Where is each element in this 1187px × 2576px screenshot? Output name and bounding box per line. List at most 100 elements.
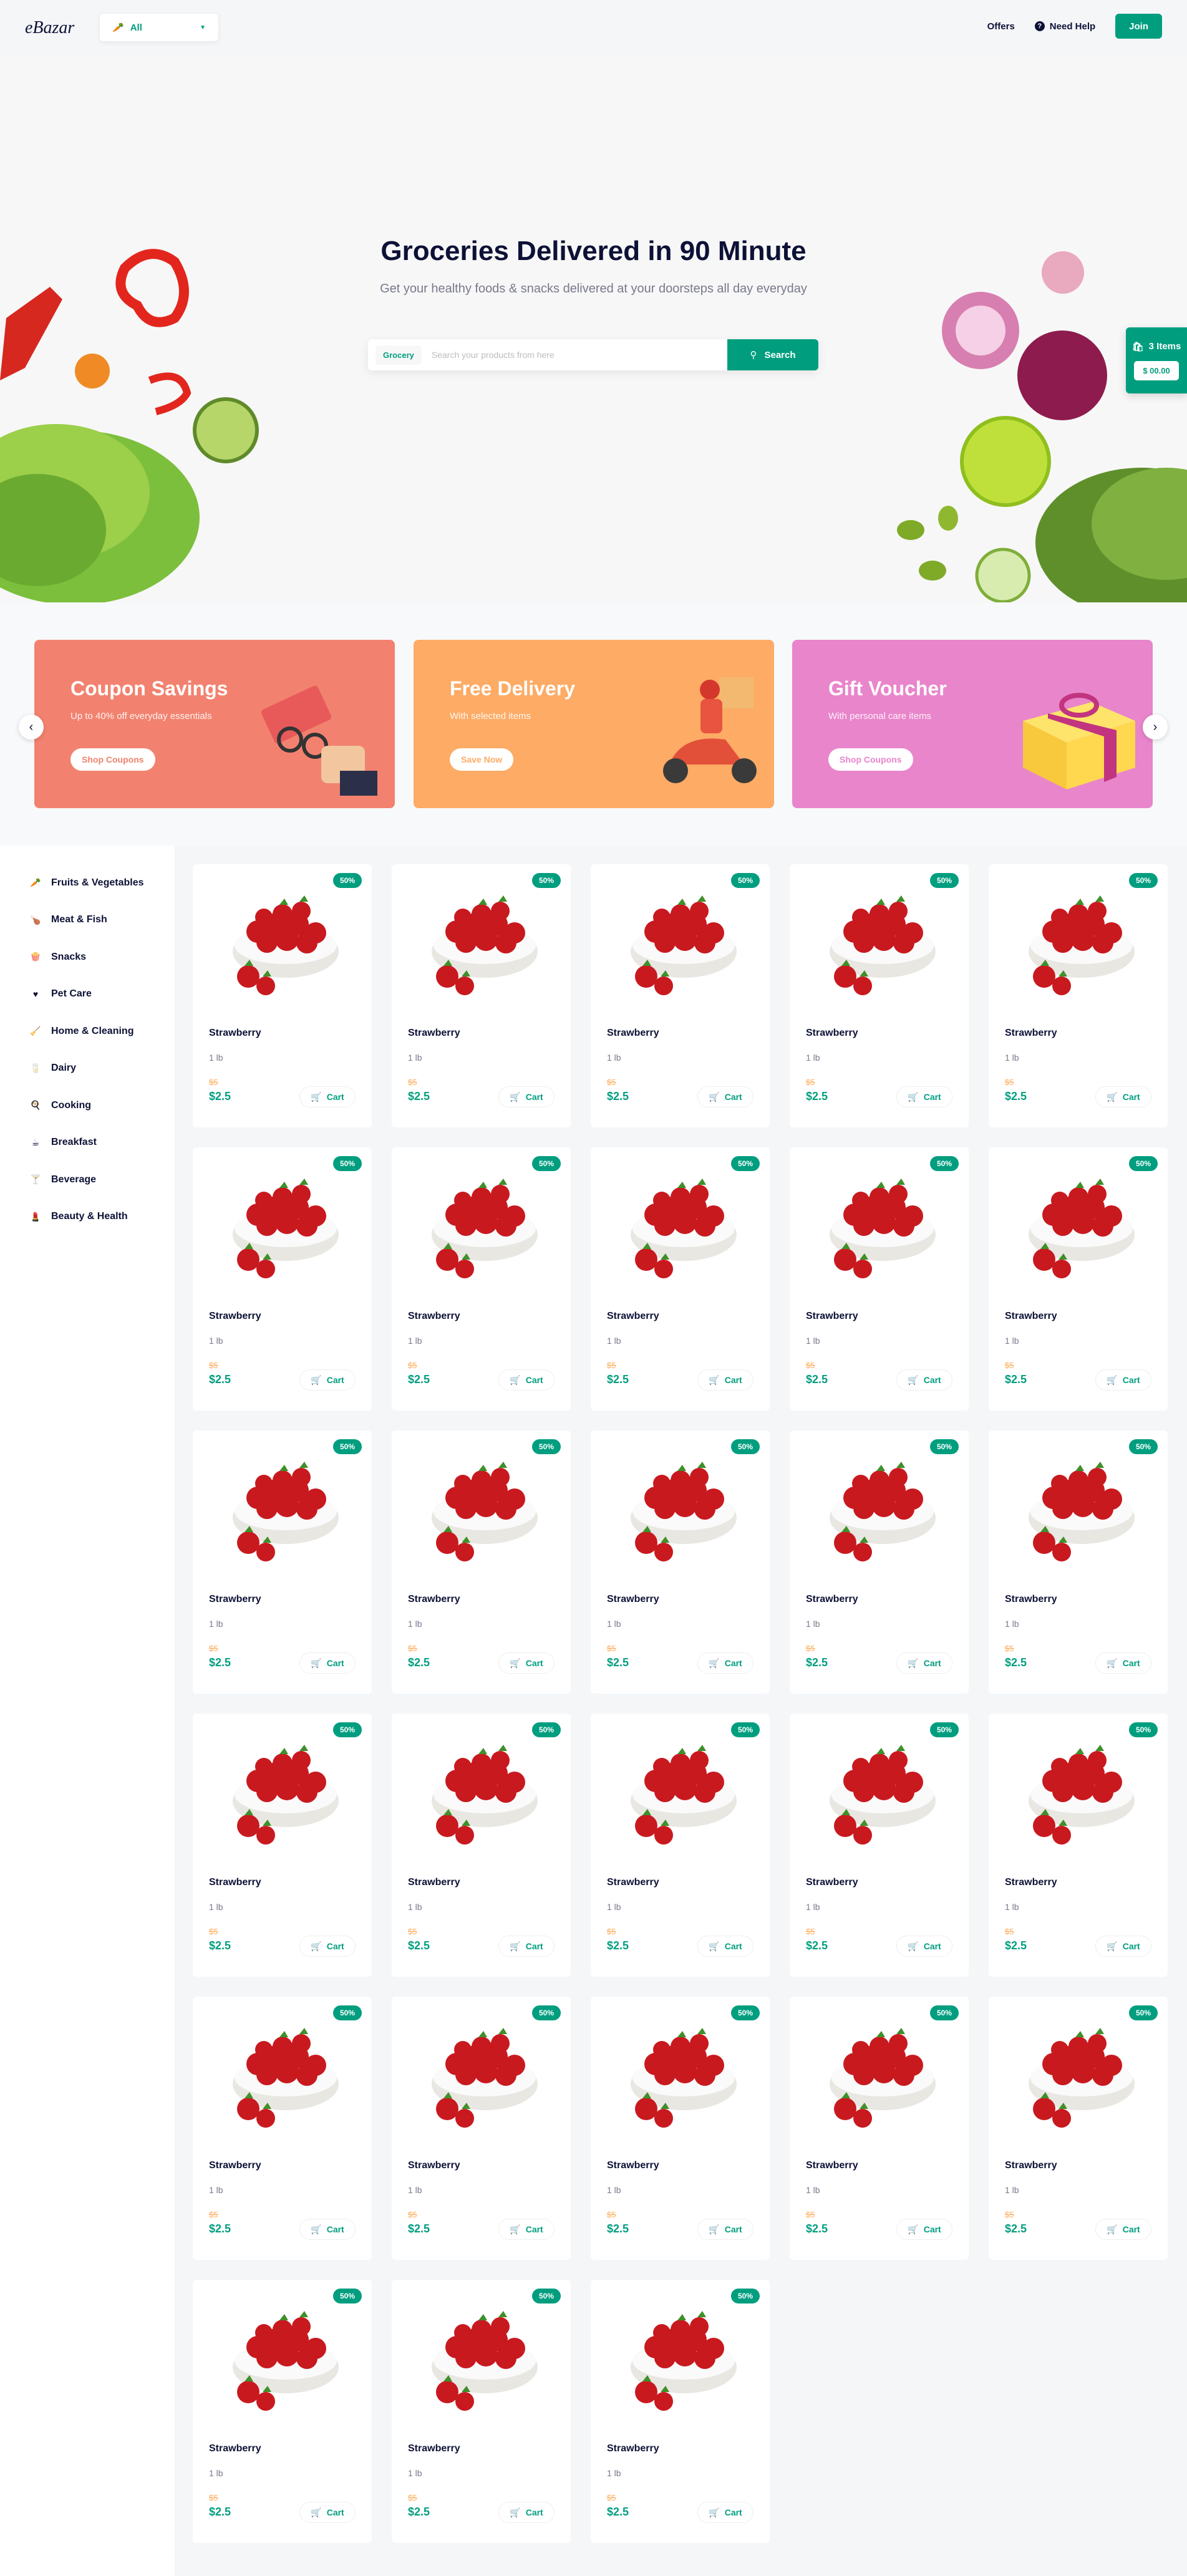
product-card[interactable]: 50% Strawberry 1 lb $5 $2.5 🛒 Cart xyxy=(193,2280,372,2543)
sidebar-category-item[interactable]: 🍳 Cooking xyxy=(0,1087,175,1124)
product-card[interactable]: 50% Strawberry 1 lb $5 $2.5 🛒 Cart xyxy=(591,1997,770,2260)
product-image[interactable] xyxy=(223,1732,342,1851)
product-image[interactable] xyxy=(820,883,939,1001)
product-card[interactable]: 50% Strawberry 1 lb $5 $2.5 🛒 Cart xyxy=(392,1147,571,1411)
product-image[interactable] xyxy=(422,883,541,1001)
product-image[interactable] xyxy=(422,2299,541,2417)
product-image[interactable] xyxy=(223,2015,342,2134)
product-card[interactable]: 50% Strawberry 1 lb $5 $2.5 🛒 Cart xyxy=(392,864,571,1127)
add-to-cart-button[interactable]: 🛒 Cart xyxy=(1095,1652,1151,1674)
product-card[interactable]: 50% Strawberry 1 lb $5 $2.5 🛒 Cart xyxy=(989,864,1168,1127)
add-to-cart-button[interactable]: 🛒 Cart xyxy=(1095,1936,1151,1957)
carousel-prev-button[interactable]: ‹ xyxy=(19,715,44,740)
product-image[interactable] xyxy=(223,883,342,1001)
add-to-cart-button[interactable]: 🛒 Cart xyxy=(697,1086,753,1107)
product-image[interactable] xyxy=(621,883,740,1001)
add-to-cart-button[interactable]: 🛒 Cart xyxy=(299,1086,356,1107)
product-image[interactable] xyxy=(223,1166,342,1285)
product-card[interactable]: 50% Strawberry 1 lb $5 $2.5 🛒 Cart xyxy=(790,1714,969,1977)
add-to-cart-button[interactable]: 🛒 Cart xyxy=(697,1652,753,1674)
product-image[interactable] xyxy=(820,1166,939,1285)
product-card[interactable]: 50% Strawberry 1 lb $5 $2.5 🛒 Cart xyxy=(193,1147,372,1411)
product-card[interactable]: 50% Strawberry 1 lb $5 $2.5 🛒 Cart xyxy=(392,2280,571,2543)
product-card[interactable]: 50% Strawberry 1 lb $5 $2.5 🛒 Cart xyxy=(790,1997,969,2260)
product-card[interactable]: 50% Strawberry 1 lb $5 $2.5 🛒 Cart xyxy=(989,1430,1168,1694)
product-image[interactable] xyxy=(820,1732,939,1851)
add-to-cart-button[interactable]: 🛒 Cart xyxy=(498,1652,555,1674)
product-image[interactable] xyxy=(820,1449,939,1568)
search-input[interactable] xyxy=(421,350,727,360)
product-image[interactable] xyxy=(223,1449,342,1568)
product-image[interactable] xyxy=(422,1166,541,1285)
add-to-cart-button[interactable]: 🛒 Cart xyxy=(299,2219,356,2240)
product-image[interactable] xyxy=(1019,1449,1138,1568)
offers-link[interactable]: Offers xyxy=(987,21,1015,32)
product-card[interactable]: 50% Strawberry 1 lb $5 $2.5 🛒 Cart xyxy=(591,1430,770,1694)
product-image[interactable] xyxy=(422,2015,541,2134)
add-to-cart-button[interactable]: 🛒 Cart xyxy=(498,1086,555,1107)
product-image[interactable] xyxy=(621,1449,740,1568)
add-to-cart-button[interactable]: 🛒 Cart xyxy=(697,1369,753,1391)
add-to-cart-button[interactable]: 🛒 Cart xyxy=(1095,1086,1151,1107)
cart-widget[interactable]: 🛍 3 Items $ 00.00 xyxy=(1126,327,1187,393)
add-to-cart-button[interactable]: 🛒 Cart xyxy=(498,2502,555,2523)
add-to-cart-button[interactable]: 🛒 Cart xyxy=(299,1369,356,1391)
product-card[interactable]: 50% Strawberry 1 lb $5 $2.5 🛒 Cart xyxy=(591,2280,770,2543)
sidebar-category-item[interactable]: 🍸 Beverage xyxy=(0,1161,175,1199)
product-card[interactable]: 50% Strawberry 1 lb $5 $2.5 🛒 Cart xyxy=(392,1714,571,1977)
sidebar-category-item[interactable]: 🥛 Dairy xyxy=(0,1050,175,1088)
add-to-cart-button[interactable]: 🛒 Cart xyxy=(1095,1369,1151,1391)
add-to-cart-button[interactable]: 🛒 Cart xyxy=(896,1652,952,1674)
shop-coupons-button[interactable]: Shop Coupons xyxy=(828,748,913,771)
product-card[interactable]: 50% Strawberry 1 lb $5 $2.5 🛒 Cart xyxy=(591,864,770,1127)
sidebar-category-item[interactable]: 🧹 Home & Cleaning xyxy=(0,1013,175,1050)
add-to-cart-button[interactable]: 🛒 Cart xyxy=(697,2219,753,2240)
product-image[interactable] xyxy=(621,1166,740,1285)
add-to-cart-button[interactable]: 🛒 Cart xyxy=(498,1936,555,1957)
product-card[interactable]: 50% Strawberry 1 lb $5 $2.5 🛒 Cart xyxy=(591,1714,770,1977)
add-to-cart-button[interactable]: 🛒 Cart xyxy=(896,1369,952,1391)
product-card[interactable]: 50% Strawberry 1 lb $5 $2.5 🛒 Cart xyxy=(193,1430,372,1694)
add-to-cart-button[interactable]: 🛒 Cart xyxy=(498,1369,555,1391)
add-to-cart-button[interactable]: 🛒 Cart xyxy=(299,1936,356,1957)
add-to-cart-button[interactable]: 🛒 Cart xyxy=(697,1936,753,1957)
add-to-cart-button[interactable]: 🛒 Cart xyxy=(299,1652,356,1674)
add-to-cart-button[interactable]: 🛒 Cart xyxy=(1095,2219,1151,2240)
save-now-button[interactable]: Save Now xyxy=(450,748,514,771)
product-image[interactable] xyxy=(223,2299,342,2417)
add-to-cart-button[interactable]: 🛒 Cart xyxy=(697,2502,753,2523)
join-button[interactable]: Join xyxy=(1115,14,1162,39)
product-card[interactable]: 50% Strawberry 1 lb $5 $2.5 🛒 Cart xyxy=(591,1147,770,1411)
product-card[interactable]: 50% Strawberry 1 lb $5 $2.5 🛒 Cart xyxy=(790,1147,969,1411)
product-image[interactable] xyxy=(621,2299,740,2417)
product-card[interactable]: 50% Strawberry 1 lb $5 $2.5 🛒 Cart xyxy=(989,1997,1168,2260)
carousel-next-button[interactable]: › xyxy=(1143,715,1168,740)
search-category-tag[interactable]: Grocery xyxy=(375,345,422,365)
offer-card-gift[interactable]: Gift Voucher With personal care items Sh… xyxy=(792,640,1153,808)
sidebar-category-item[interactable]: 💄 Beauty & Health xyxy=(0,1199,175,1236)
add-to-cart-button[interactable]: 🛒 Cart xyxy=(896,2219,952,2240)
product-card[interactable]: 50% Strawberry 1 lb $5 $2.5 🛒 Cart xyxy=(193,1714,372,1977)
logo[interactable]: eBazar xyxy=(25,18,74,38)
offer-card-coupon[interactable]: Coupon Savings Up to 40% off everyday es… xyxy=(34,640,395,808)
sidebar-category-item[interactable]: 🍿 Snacks xyxy=(0,938,175,976)
product-image[interactable] xyxy=(422,1449,541,1568)
product-card[interactable]: 50% Strawberry 1 lb $5 $2.5 🛒 Cart xyxy=(193,864,372,1127)
product-card[interactable]: 50% Strawberry 1 lb $5 $2.5 🛒 Cart xyxy=(392,1997,571,2260)
add-to-cart-button[interactable]: 🛒 Cart xyxy=(896,1936,952,1957)
product-card[interactable]: 50% Strawberry 1 lb $5 $2.5 🛒 Cart xyxy=(392,1430,571,1694)
sidebar-category-item[interactable]: 🍗 Meat & Fish xyxy=(0,902,175,939)
sidebar-category-item[interactable]: ☕ Breakfast xyxy=(0,1124,175,1162)
product-image[interactable] xyxy=(422,1732,541,1851)
product-card[interactable]: 50% Strawberry 1 lb $5 $2.5 🛒 Cart xyxy=(790,1430,969,1694)
add-to-cart-button[interactable]: 🛒 Cart xyxy=(299,2502,356,2523)
product-image[interactable] xyxy=(1019,2015,1138,2134)
sidebar-category-item[interactable]: ♥ Pet Care xyxy=(0,976,175,1013)
product-card[interactable]: 50% Strawberry 1 lb $5 $2.5 🛒 Cart xyxy=(989,1147,1168,1411)
product-image[interactable] xyxy=(1019,883,1138,1001)
product-image[interactable] xyxy=(621,1732,740,1851)
sidebar-category-item[interactable]: 🥕 Fruits & Vegetables xyxy=(0,864,175,902)
product-image[interactable] xyxy=(1019,1732,1138,1851)
offer-card-delivery[interactable]: Free Delivery With selected items Save N… xyxy=(414,640,774,808)
product-image[interactable] xyxy=(1019,1166,1138,1285)
